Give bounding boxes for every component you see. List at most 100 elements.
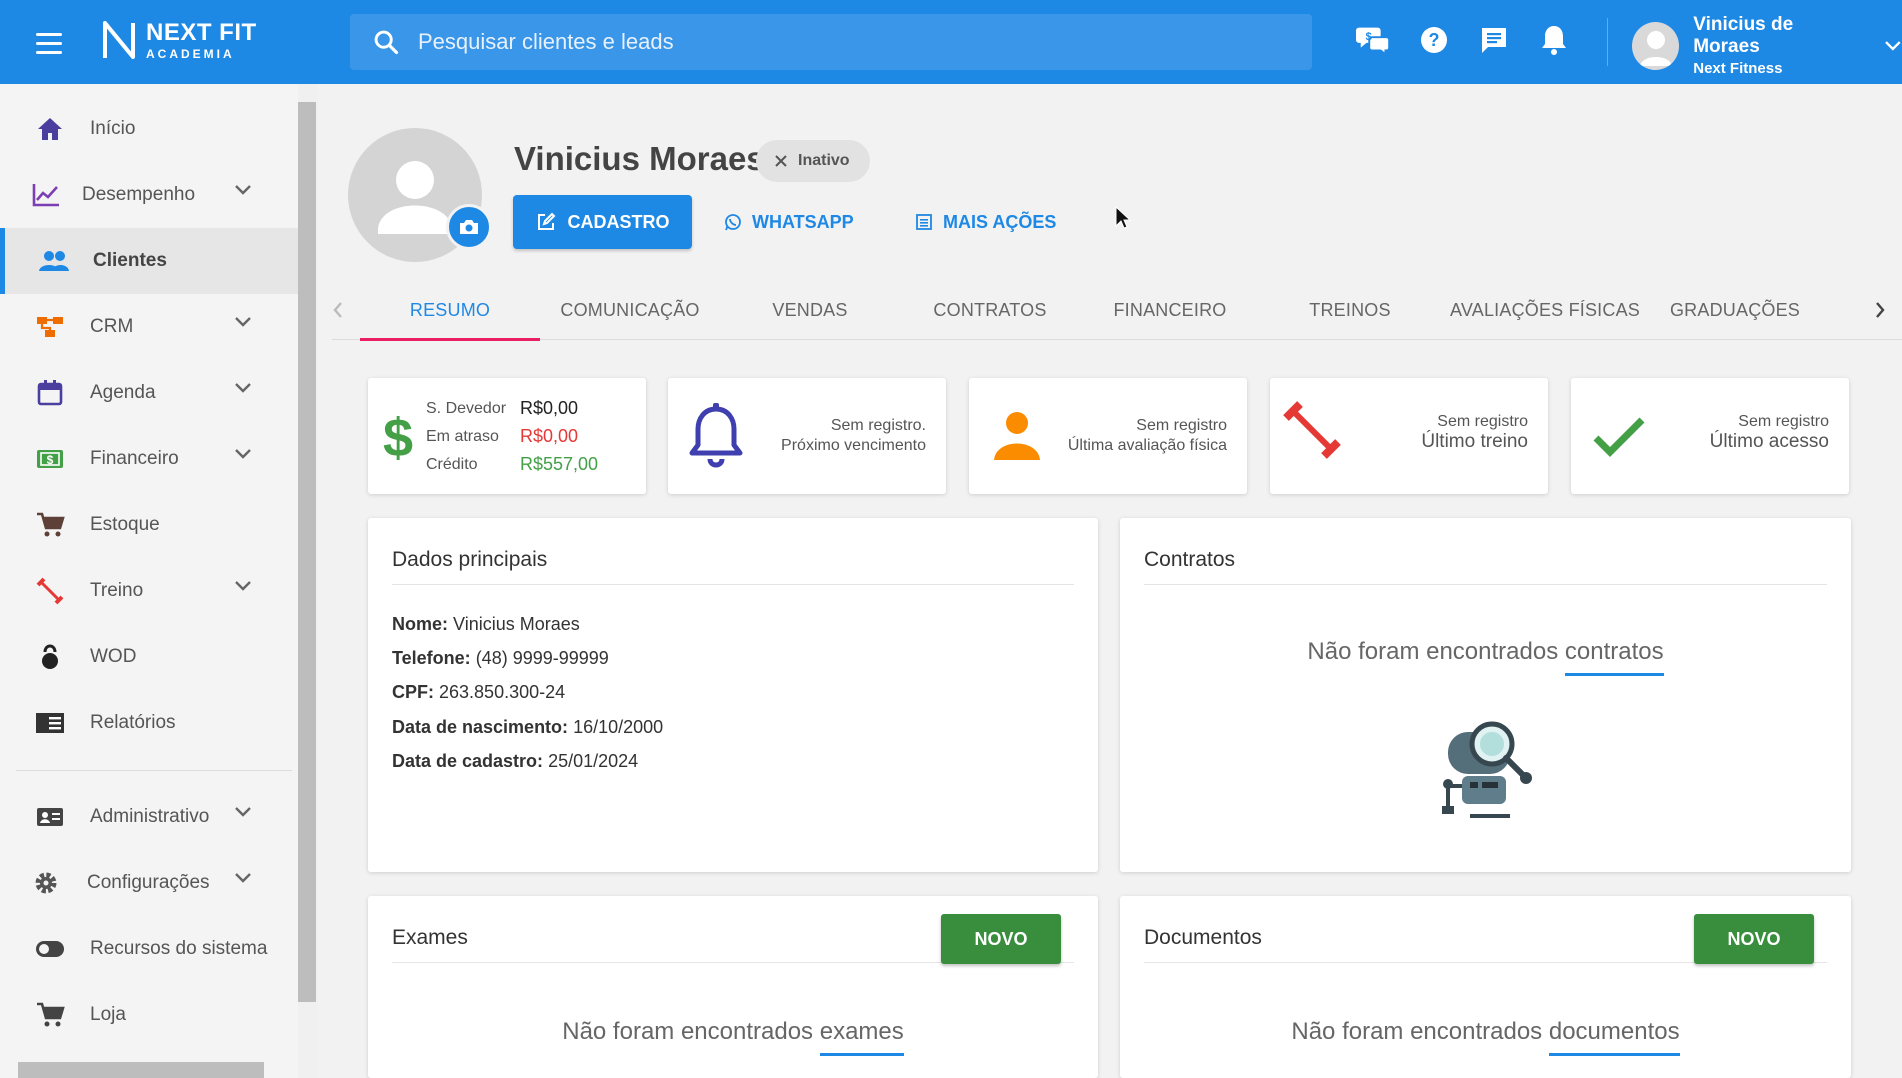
sidebar-item-label: Estoque xyxy=(90,514,160,535)
check-icon xyxy=(1583,396,1655,476)
whatsapp-button[interactable]: WHATSAPP xyxy=(724,195,854,249)
logo-subtitle: ACADEMIA xyxy=(146,46,235,61)
camera-button[interactable] xyxy=(446,204,492,250)
avaliacao-status: Sem registro xyxy=(1136,417,1227,434)
sidebar-item-wod[interactable]: WOD xyxy=(0,624,298,690)
user-menu[interactable]: Vinicius de Moraes Next Fitness xyxy=(1632,14,1902,77)
vencimento-status: Sem registro. xyxy=(830,417,926,434)
tab-graduacoes[interactable]: GRADUAÇÕES xyxy=(1650,280,1820,340)
sidebar-item-label: CRM xyxy=(90,316,134,337)
sidebar-item-label: Treino xyxy=(90,580,144,601)
dollar-icon: $ xyxy=(378,396,418,476)
sidebar-scrollbar-thumb[interactable] xyxy=(298,102,316,1002)
sidebar-item-inicio[interactable]: Início xyxy=(0,96,298,162)
chevron-down-icon xyxy=(235,317,251,327)
sidebar-item-label: Configurações xyxy=(87,872,210,893)
sidebar-item-recursos-do-sistema[interactable]: Recursos do sistema xyxy=(0,916,298,982)
status-badge[interactable]: Inativo xyxy=(756,140,870,182)
sidebar-item-financeiro[interactable]: $ Financeiro xyxy=(0,426,298,492)
tab-vendas[interactable]: VENDAS xyxy=(720,280,900,340)
vencimento-label: Próximo vencimento xyxy=(781,437,926,454)
svg-text:$: $ xyxy=(383,408,413,464)
home-icon xyxy=(34,113,66,145)
search-bar xyxy=(350,14,1312,70)
svg-text:?: ? xyxy=(1429,30,1440,50)
camera-icon xyxy=(460,220,478,234)
contratos-title: Contratos xyxy=(1144,548,1236,571)
chevron-down-icon xyxy=(235,383,251,393)
tab-resumo[interactable]: RESUMO xyxy=(360,280,540,341)
chevron-down-icon xyxy=(235,807,251,817)
sidebar-item-crm[interactable]: CRM xyxy=(0,294,298,360)
app-logo[interactable]: NEXT FIT ACADEMIA xyxy=(102,20,257,60)
mouse-cursor-icon xyxy=(1115,206,1131,229)
sidebar-item-clientes[interactable]: Clientes xyxy=(0,228,298,294)
documentos-empty-message: Não foram encontrados documentos xyxy=(1291,1018,1680,1056)
report-icon xyxy=(34,707,66,739)
user-avatar xyxy=(1632,21,1680,70)
search-input[interactable] xyxy=(418,29,1218,55)
sidebar-item-configuracoes[interactable]: Configurações xyxy=(0,850,298,916)
field-data-cadastro: Data de cadastro: 25/01/2024 xyxy=(392,751,639,771)
credito-value: R$557,00 xyxy=(520,454,599,474)
avaliacao-label: Última avaliação física xyxy=(1067,437,1227,454)
id-card-icon xyxy=(34,801,66,833)
sidebar-scrollbar[interactable] xyxy=(298,84,318,1078)
person-icon xyxy=(981,396,1053,476)
tab-comunicacao[interactable]: COMUNICAÇÃO xyxy=(540,280,720,340)
list-icon xyxy=(916,214,932,230)
tab-financeiro[interactable]: FINANCEIRO xyxy=(1080,280,1260,340)
acesso-status: Sem registro xyxy=(1738,413,1829,430)
chevron-down-icon xyxy=(235,581,251,591)
proximo-vencimento-card[interactable]: Sem registro. Próximo vencimento xyxy=(668,378,946,494)
help-icon[interactable]: ? xyxy=(1416,20,1452,60)
mais-acoes-label: MAIS AÇÕES xyxy=(943,211,1057,232)
sidebar-item-label: WOD xyxy=(90,646,137,667)
sidebar-item-administrativo[interactable]: Administrativo xyxy=(0,784,298,850)
hamburger-menu-icon[interactable] xyxy=(36,26,70,60)
dumbbell-icon xyxy=(1276,390,1348,470)
sidebar: Início Desempenho Clientes CRM Agenda $ … xyxy=(0,84,298,1078)
panel-divider xyxy=(1144,584,1827,585)
user-name: Vinicius de Moraes xyxy=(1693,14,1794,57)
status-label: Inativo xyxy=(798,152,850,169)
cadastro-button[interactable]: CADASTRO xyxy=(513,195,692,249)
ultimo-treino-card[interactable]: Sem registro Último treino xyxy=(1270,378,1548,494)
sidebar-item-loja[interactable]: Loja xyxy=(0,982,298,1048)
documentos-panel: Documentos NOVO Não foram encontrados do… xyxy=(1120,896,1851,1078)
whatsapp-label: WHATSAPP xyxy=(752,211,854,232)
novo-documento-button[interactable]: NOVO xyxy=(1694,914,1814,964)
horizontal-scrollbar-thumb[interactable] xyxy=(18,1062,264,1078)
ultimo-acesso-card[interactable]: Sem registro Último acesso xyxy=(1571,378,1849,494)
field-cpf: CPF: 263.850.300-24 xyxy=(392,682,566,702)
chevron-down-icon xyxy=(235,185,251,195)
tab-contratos[interactable]: CONTRATOS xyxy=(900,280,1080,340)
sidebar-item-relatorios[interactable]: Relatórios xyxy=(0,690,298,756)
money-icon: $ xyxy=(34,443,66,475)
sidebar-item-estoque[interactable]: Estoque xyxy=(0,492,298,558)
dados-principais-panel: Dados principais Nome: Vinicius Moraes T… xyxy=(368,518,1098,872)
tabs-scroll-right-icon[interactable] xyxy=(1868,296,1892,324)
devedor-label: S. Devedor xyxy=(426,400,507,417)
logo-n-icon xyxy=(103,21,135,59)
novo-exame-button[interactable]: NOVO xyxy=(941,914,1061,964)
field-telefone: Telefone: (48) 9999-99999 xyxy=(392,648,609,668)
panel-divider xyxy=(392,584,1074,585)
sidebar-item-label: Agenda xyxy=(90,382,156,403)
atraso-label: Em atraso xyxy=(426,428,499,445)
ultima-avaliacao-card[interactable]: Sem registro Última avaliação física xyxy=(969,378,1247,494)
sidebar-item-desempenho[interactable]: Desempenho xyxy=(0,162,298,228)
tab-avaliacoes-fisicas[interactable]: AVALIAÇÕES FÍSICAS xyxy=(1440,280,1650,340)
message-icon[interactable] xyxy=(1476,20,1512,60)
calendar-icon xyxy=(34,377,66,409)
client-tabs: RESUMO COMUNICAÇÃO VENDAS CONTRATOS FINA… xyxy=(332,280,1902,341)
finance-summary-card[interactable]: $ S. Devedor R$0,00 Em atraso R$0,00 Cré… xyxy=(368,378,646,494)
mais-acoes-button[interactable]: MAIS AÇÕES xyxy=(915,195,1056,249)
chat-money-icon[interactable]: $ xyxy=(1356,20,1392,60)
cart-icon xyxy=(34,509,66,541)
bell-icon[interactable] xyxy=(1536,20,1572,60)
sidebar-item-treino[interactable]: Treino xyxy=(0,558,298,624)
tab-treinos[interactable]: TREINOS xyxy=(1260,280,1440,340)
logo-title: NEXT FIT xyxy=(146,18,257,46)
sidebar-item-agenda[interactable]: Agenda xyxy=(0,360,298,426)
